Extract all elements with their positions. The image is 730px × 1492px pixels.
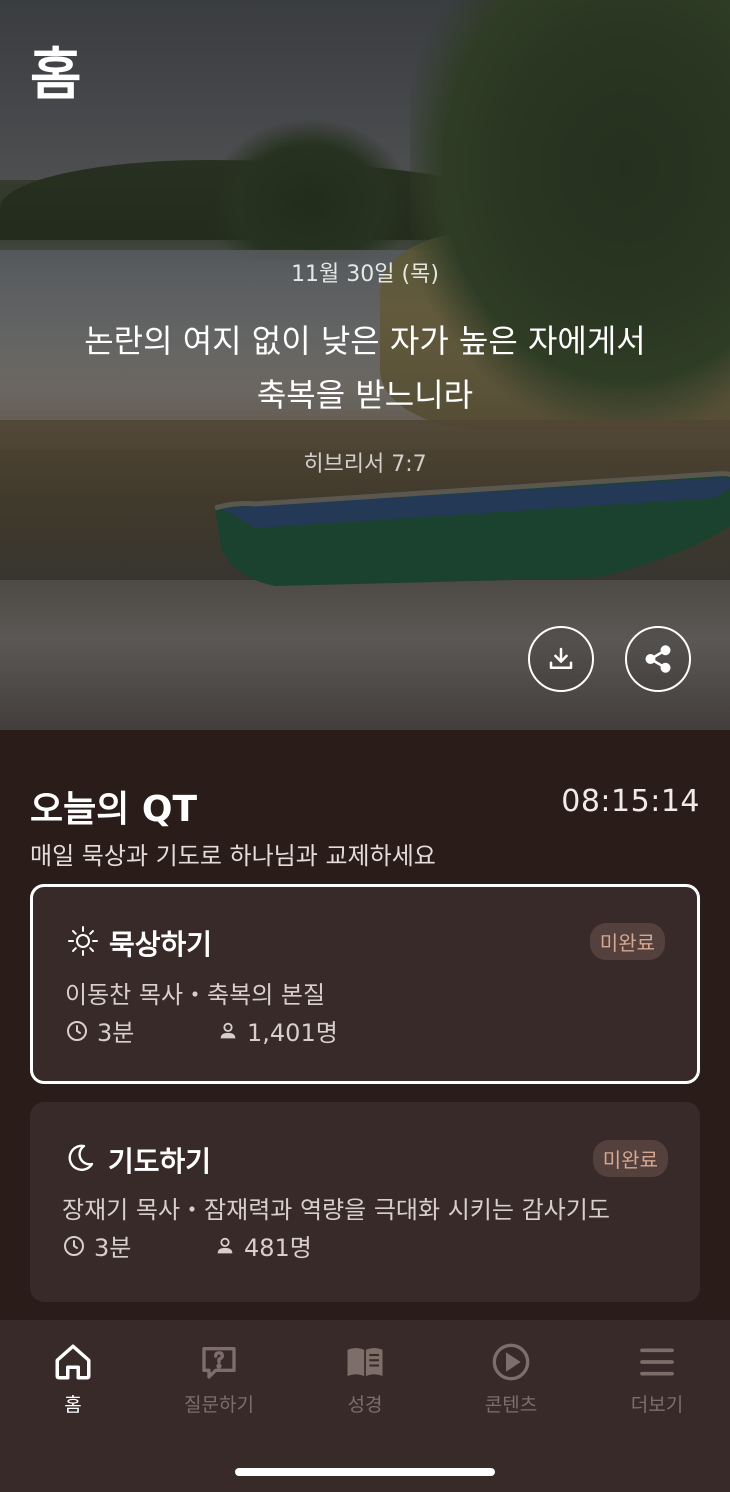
- nav-item-more[interactable]: 더보기: [584, 1340, 730, 1440]
- verse-line-2: 축복을 받느니라: [256, 376, 474, 414]
- play-icon: [492, 1343, 530, 1381]
- bottom-nav: 홈 질문하기 성경 콘텐츠 더보기: [0, 1320, 730, 1492]
- nav-label: 콘텐츠: [484, 1394, 538, 1416]
- clock-icon: [67, 1020, 87, 1041]
- share-button[interactable]: [625, 626, 691, 692]
- card-duration: 3분: [65, 1013, 134, 1048]
- nav-item-bible[interactable]: 성경: [292, 1340, 438, 1440]
- menu-icon: [640, 1348, 674, 1376]
- nav-label: 성경: [347, 1394, 383, 1416]
- status-badge: 미완료: [592, 1140, 668, 1177]
- qt-timer: 08:15:14: [561, 784, 700, 819]
- verse-line-1: 논란의 여지 없이 낮은 자가 높은 자에게서: [84, 322, 646, 360]
- download-icon: [549, 647, 573, 669]
- qt-title: 오늘의 QT: [30, 789, 198, 830]
- download-button[interactable]: [528, 626, 594, 692]
- nav-label: 더보기: [630, 1394, 684, 1416]
- card-description: 이동찬 목사・축복의 본질: [65, 981, 326, 1009]
- meditation-card[interactable]: 묵상하기 미완료 이동찬 목사・축복의 본질 3분 1,401명: [30, 884, 700, 1084]
- page-title: 홈: [30, 43, 82, 108]
- person-icon: [220, 1022, 236, 1038]
- clock-icon: [64, 1235, 84, 1256]
- card-description: 장재기 목사・잠재력과 역량을 극대화 시키는 감사기도: [62, 1196, 610, 1224]
- verse-reference: 히브리서 7:7: [303, 452, 427, 477]
- nav-item-question[interactable]: 질문하기: [146, 1340, 292, 1440]
- status-badge: 미완료: [589, 923, 665, 960]
- nav-item-content[interactable]: 콘텐츠: [438, 1340, 584, 1440]
- participants-text: 1,401명: [247, 1019, 338, 1047]
- card-participants: 1,401명: [217, 1013, 338, 1048]
- duration-text: 3분: [94, 1234, 132, 1262]
- card-title: 묵상하기: [109, 928, 213, 961]
- home-icon: [55, 1344, 91, 1380]
- question-icon: [202, 1347, 236, 1379]
- sun-icon: [68, 926, 98, 956]
- prayer-card[interactable]: 기도하기 미완료 장재기 목사・잠재력과 역량을 극대화 시키는 감사기도 3분…: [30, 1102, 700, 1302]
- card-title: 기도하기: [108, 1145, 212, 1178]
- nav-label: 홈: [64, 1394, 82, 1416]
- person-icon: [217, 1237, 233, 1253]
- card-participants: 481명: [214, 1228, 312, 1263]
- home-indicator[interactable]: [235, 1468, 495, 1476]
- participants-text: 481명: [244, 1234, 312, 1262]
- book-icon: [347, 1348, 383, 1376]
- nav-item-home[interactable]: 홈: [0, 1340, 146, 1440]
- share-icon: [645, 645, 671, 673]
- moon-icon: [68, 1144, 94, 1171]
- duration-text: 3분: [97, 1019, 135, 1047]
- verse-date: 11월 30일 (목): [291, 262, 439, 287]
- nav-label: 질문하기: [184, 1394, 254, 1416]
- qt-subtitle: 매일 묵상과 기도로 하나님과 교제하세요: [30, 842, 436, 870]
- card-duration: 3분: [62, 1228, 131, 1263]
- verse-text: 논란의 여지 없이 낮은 자가 높은 자에게서 축복을 받느니라: [40, 314, 690, 422]
